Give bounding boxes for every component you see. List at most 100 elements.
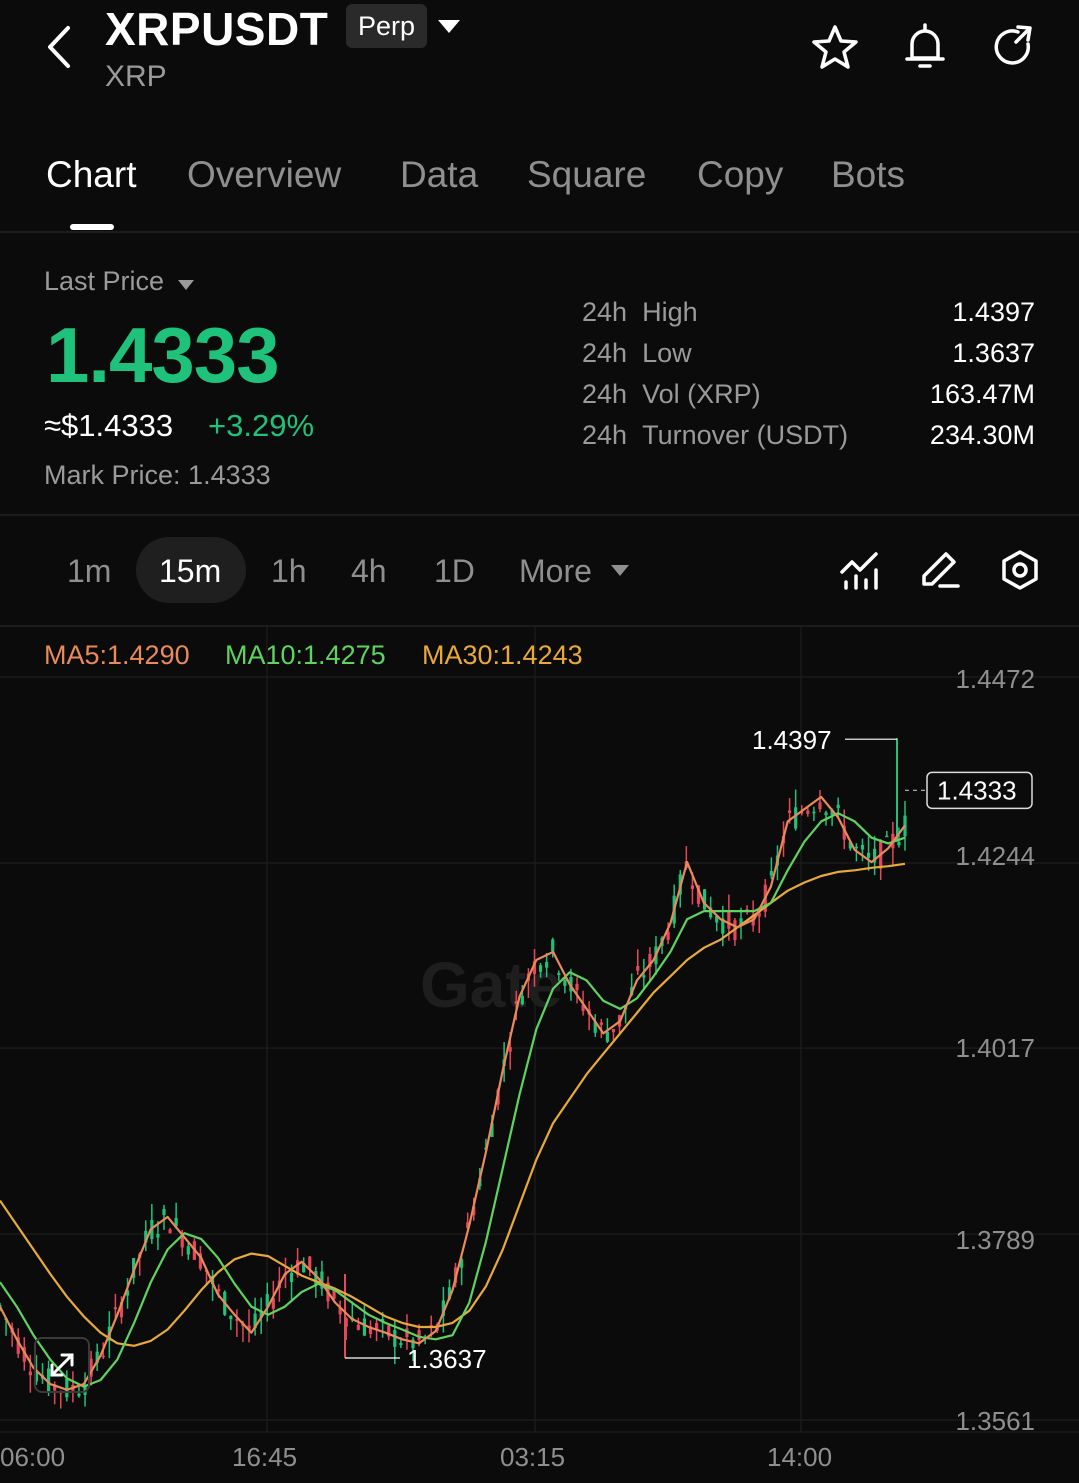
candle-body [818,802,822,810]
stat-period: 24h [582,379,628,409]
candle-body [520,995,524,1005]
indicator-icon[interactable] [838,548,882,592]
interval-15m[interactable]: 15m [159,553,221,590]
x-tick-label: 03:15 [500,1442,566,1472]
candle-body [289,1272,294,1282]
candle-body [787,810,792,813]
usd-value: ≈$1.4333 [44,408,174,443]
symbol-dropdown-caret-icon[interactable] [438,20,460,33]
price-change: +3.29% [208,408,315,443]
candle-body [557,973,561,975]
expand-chart-button[interactable] [34,1337,90,1393]
current-price-label: 1.4333 [937,775,1017,805]
tab-chart[interactable]: Chart [46,154,136,196]
low-marker-label: 1.3637 [407,1344,487,1374]
stat-name: Low [642,338,692,368]
active-tab-indicator [70,224,114,230]
candle-body [162,1208,166,1215]
ma5-line [0,795,906,1391]
tab-data[interactable]: Data [400,154,478,196]
y-tick-label: 1.3789 [955,1225,1035,1255]
expand-arrows-icon [50,1353,74,1377]
candle-body [642,975,646,978]
interval-1h[interactable]: 1h [271,553,307,590]
stat-high-label: 24h High [582,297,698,328]
candle-body [690,885,695,889]
ma10-label: MA10:1.4275 [225,640,386,670]
high-marker-label: 1.4397 [752,725,832,755]
tab-square[interactable]: Square [527,154,646,196]
price-divider [0,514,1079,516]
candle-body [113,1307,118,1310]
ma10-line [0,812,906,1388]
candle-body [599,1022,603,1025]
ma5-label: MA5:1.4290 [44,640,190,670]
tab-bots[interactable]: Bots [831,154,905,196]
price-markers-group: 1.4397 1.3637 1.4333 [345,725,1033,1374]
candle-body [636,966,640,971]
stat-name: Vol (XRP) [642,379,761,409]
candle-body [156,1233,160,1238]
last-price: 1.4333 [46,311,280,399]
base-asset: XRP [105,60,167,93]
y-tick-label: 1.3561 [955,1406,1035,1436]
settings-hexagon-icon[interactable] [998,548,1042,592]
stat-period: 24h [582,420,628,450]
interval-1m[interactable]: 1m [67,553,111,590]
candle-body [769,871,773,876]
symbol-title[interactable]: XRPUSDT [105,2,328,56]
candle-body [551,939,555,952]
candle-body [168,1229,172,1234]
last-price-label[interactable]: Last Price [44,266,164,297]
interval-4h[interactable]: 4h [351,553,387,590]
candle-body [836,804,840,809]
candle-body [812,811,816,814]
candle-body [727,910,731,929]
candle-body [860,844,865,850]
mark-price-value: 1.4333 [188,460,271,490]
stat-turnover-value: 234.30M [929,420,1035,450]
candles-group [0,738,907,1409]
back-arrow-icon[interactable] [40,24,80,70]
stat-period: 24h [582,297,628,327]
x-tick-label: 16:45 [232,1442,298,1472]
candle-body [28,1371,32,1376]
tab-copy[interactable]: Copy [697,154,783,196]
star-icon[interactable] [810,22,860,72]
candle-body [885,835,889,838]
x-tick-label: 14:00 [767,1442,833,1472]
refresh-icon[interactable] [988,22,1038,72]
interval-1d[interactable]: 1D [434,553,475,590]
stat-name: High [642,297,698,327]
stat-name: Turnover (USDT) [642,420,849,450]
tabs-divider [0,231,1079,233]
stat-high-value: 1.4397 [952,297,1035,327]
more-caret-icon[interactable] [611,565,629,576]
candle-body [399,1342,403,1346]
candle-body [824,812,828,816]
candle-body [101,1355,105,1358]
candle-body [545,961,549,968]
candle-body [508,1047,512,1052]
stat-low-value: 1.3637 [952,338,1035,368]
y-tick-label: 1.4017 [955,1033,1035,1063]
stat-period: 24h [582,338,628,368]
candlestick-chart[interactable]: Gate 1.4397 1.3637 1.4333 [0,627,1079,1483]
stat-vol-value: 163.47M [929,379,1035,409]
chart-grid [0,627,1079,1433]
draw-pen-icon[interactable] [918,548,962,592]
candle-body [538,965,543,972]
interval-more[interactable]: More [519,553,592,590]
bell-icon[interactable] [900,22,950,72]
candle-body [611,1028,616,1033]
candle-body [605,1031,609,1042]
stat-low-label: 24h Low [582,338,692,369]
mark-price: Mark Price: 1.4333 [44,460,271,491]
y-tick-label: 1.4472 [955,664,1035,694]
ma30-line [0,862,906,1347]
stat-turnover-label: 24h Turnover (USDT) [582,420,848,451]
perp-badge: Perp [346,4,428,48]
tab-overview[interactable]: Overview [187,154,341,196]
ma30-label: MA30:1.4243 [422,640,583,670]
last-price-caret-icon[interactable] [178,280,194,290]
